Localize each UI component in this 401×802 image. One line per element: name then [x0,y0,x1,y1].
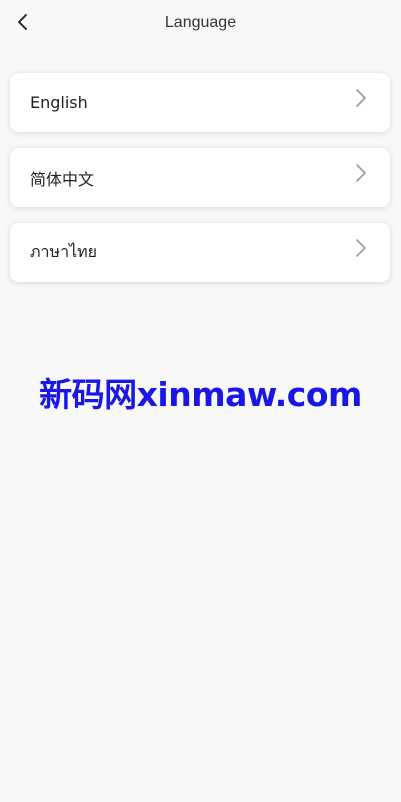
top-bar: Language [0,0,401,46]
chevron-right-icon [356,164,366,182]
language-label: ภาษาไทย [30,242,98,261]
language-label: English [30,93,88,112]
chevron-right-icon [356,89,366,107]
language-option-simplified-chinese[interactable]: 简体中文 [10,148,390,207]
language-option-thai[interactable]: ภาษาไทย [10,223,390,282]
language-option-english[interactable]: English [10,73,390,132]
language-list: English 简体中文 ภาษาไทย [10,73,390,298]
chevron-right-icon [356,239,366,257]
page-title: Language [164,14,237,31]
watermark-text: 新码网xinmaw.com [39,375,362,414]
language-label: 简体中文 [30,169,95,189]
